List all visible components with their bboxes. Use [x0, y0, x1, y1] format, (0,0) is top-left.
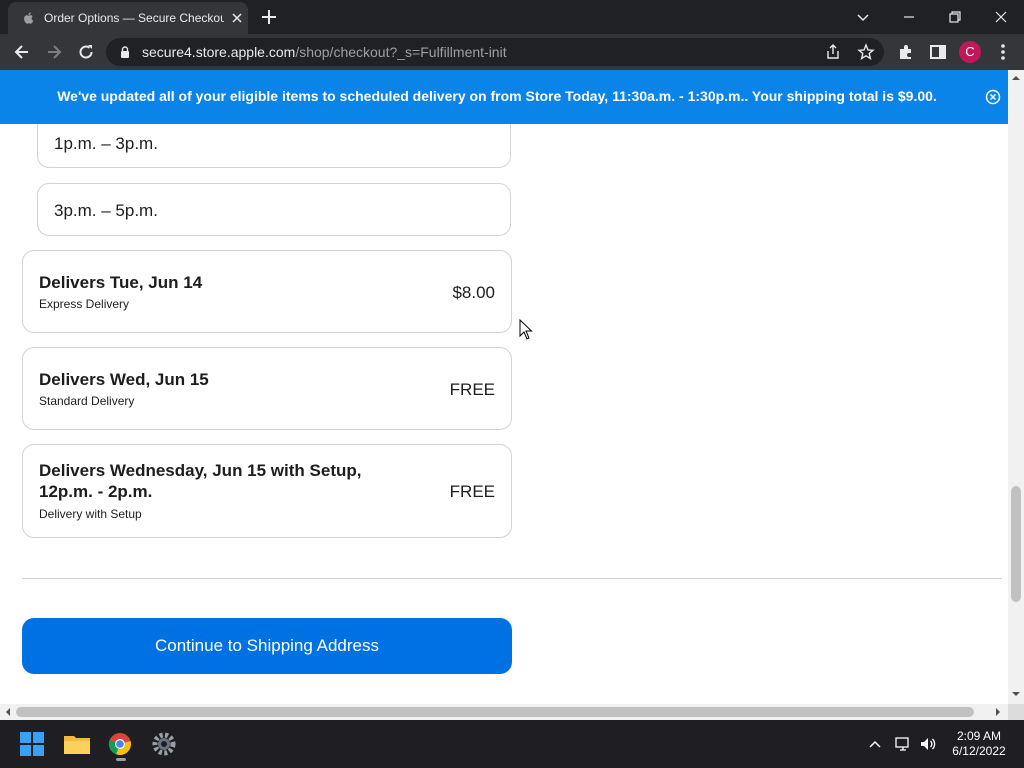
profile-avatar[interactable]: C [959, 41, 981, 63]
tab-title: Order Options — Secure Checkout [44, 11, 224, 25]
scroll-right-arrow-icon[interactable] [994, 708, 1002, 716]
file-explorer-icon[interactable] [61, 728, 93, 760]
back-arrow-icon[interactable] [12, 42, 32, 62]
delivery-option-subtitle: Express Delivery [39, 297, 130, 311]
checkout-content: 1p.m. – 3p.m. 3p.m. – 5p.m. Delivers Tue… [0, 124, 1008, 704]
lock-icon[interactable] [118, 45, 132, 59]
url-host: secure4.store.apple.com [142, 44, 296, 60]
windows-taskbar: 2:09 AM 6/12/2022 [0, 720, 1024, 768]
clock-time: 2:09 AM [956, 729, 1002, 743]
restore-icon[interactable] [944, 6, 966, 28]
active-app-indicator [116, 758, 126, 761]
tab-close-icon[interactable] [230, 11, 244, 25]
delivery-option-title-line2: 12p.m. - 2p.m. [39, 482, 153, 501]
volume-icon[interactable] [919, 735, 937, 753]
share-icon[interactable] [824, 43, 842, 61]
scroll-up-arrow-icon[interactable] [1012, 74, 1020, 82]
close-window-icon[interactable] [990, 6, 1012, 28]
banner-close-icon[interactable] [985, 89, 1001, 105]
show-hidden-icons-chevron-icon[interactable] [866, 735, 884, 753]
apple-favicon-icon [24, 12, 34, 24]
mouse-cursor-icon [519, 319, 533, 340]
delivery-option-price: $8.00 [452, 283, 495, 302]
reload-icon[interactable] [76, 42, 96, 62]
vertical-scroll-thumb[interactable] [1011, 486, 1021, 602]
delivery-option-title: Delivers Tue, Jun 14 [39, 273, 203, 292]
forward-arrow-icon[interactable] [44, 42, 64, 62]
delivery-option-subtitle: Standard Delivery [39, 394, 135, 408]
delivery-option-setup[interactable]: Delivers Wednesday, Jun 15 with Setup, 1… [22, 444, 512, 538]
scroll-left-arrow-icon[interactable] [4, 708, 12, 716]
delivery-option-express[interactable]: Delivers Tue, Jun 14 Express Delivery $8… [22, 250, 512, 333]
chrome-icon [108, 733, 131, 756]
delivery-option-standard[interactable]: Delivers Wed, Jun 15 Standard Delivery F… [22, 347, 512, 430]
delivery-option-title-line1: Delivers Wednesday, Jun 15 with Setup, [39, 461, 362, 480]
browser-titlebar: Order Options — Secure Checkout [0, 0, 1024, 34]
time-slot-label: 1p.m. – 3p.m. [54, 134, 158, 153]
browser-toolbar: secure4.store.apple.com/shop/checkout?_s… [0, 34, 1024, 70]
system-clock[interactable]: 2:09 AM 6/12/2022 [944, 729, 1014, 759]
side-panel-icon[interactable] [928, 42, 948, 62]
extensions-puzzle-icon[interactable] [896, 42, 916, 62]
bookmark-star-icon[interactable] [857, 43, 875, 61]
delivery-option-price: FREE [449, 380, 495, 399]
tab-search-chevron-icon[interactable] [852, 6, 874, 28]
settings-gear-icon[interactable] [148, 728, 180, 760]
address-bar[interactable]: secure4.store.apple.com/shop/checkout?_s… [106, 38, 884, 66]
time-slot-label: 3p.m. – 5p.m. [54, 201, 158, 220]
banner-text: We've updated all of your eligible items… [57, 88, 937, 104]
time-slot-option[interactable]: 1p.m. – 3p.m. [37, 124, 511, 168]
continue-to-shipping-button[interactable]: Continue to Shipping Address [22, 618, 512, 674]
clock-date: 6/12/2022 [952, 744, 1006, 758]
browser-tab[interactable]: Order Options — Secure Checkout [8, 2, 248, 34]
horizontal-scroll-thumb[interactable] [16, 707, 974, 717]
minimize-icon[interactable] [898, 6, 920, 28]
delivery-update-banner: We've updated all of your eligible items… [0, 70, 1008, 124]
network-icon[interactable] [894, 735, 912, 753]
windows-start-icon[interactable] [16, 728, 48, 760]
chrome-taskbar-button[interactable] [104, 728, 136, 761]
delivery-option-title: Delivers Wed, Jun 15 [39, 370, 209, 389]
url-text: secure4.store.apple.com/shop/checkout?_s… [142, 44, 507, 60]
delivery-option-subtitle: Delivery with Setup [39, 507, 142, 521]
time-slot-option[interactable]: 3p.m. – 5p.m. [37, 183, 511, 236]
horizontal-scrollbar[interactable] [0, 704, 1008, 720]
scroll-down-arrow-icon[interactable] [1012, 690, 1020, 698]
vertical-scrollbar[interactable] [1008, 70, 1024, 704]
new-tab-icon[interactable] [258, 7, 280, 27]
scrollbar-corner [1008, 704, 1024, 720]
section-divider [22, 578, 1002, 579]
delivery-option-price: FREE [449, 482, 495, 501]
kebab-menu-icon[interactable] [993, 42, 1013, 62]
url-path: /shop/checkout?_s=Fulfillment-init [295, 44, 507, 60]
